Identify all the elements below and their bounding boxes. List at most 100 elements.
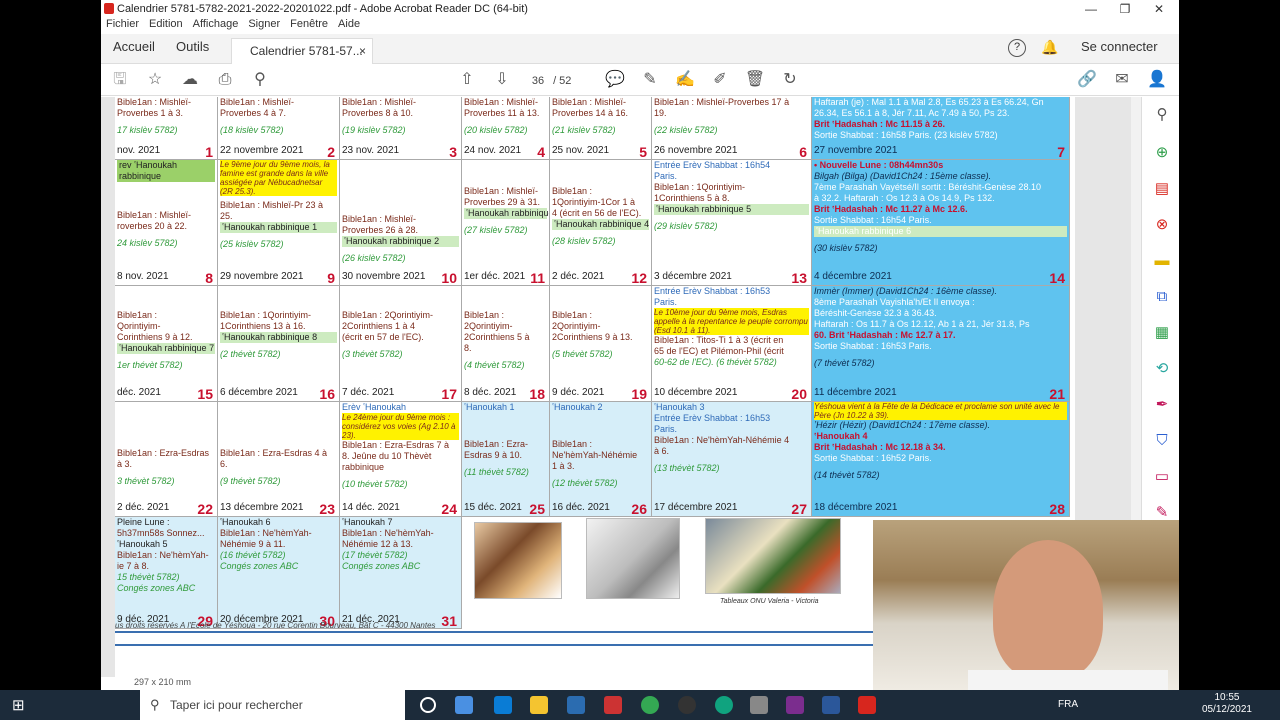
calendar-day-cell: ʽHanoukah 6 Bible1an : Ne'hèmYah- Néhémie …: [218, 517, 340, 629]
hebrew-date: (18 kislèv 5782): [220, 125, 284, 135]
bell-icon[interactable]: 🔔: [1041, 39, 1058, 56]
star-icon[interactable]: ☆: [144, 70, 166, 90]
hebrew-date: (27 kislèv 5782): [464, 225, 528, 235]
hanoukah-label: ʽHanoukah rabbinique 8: [220, 332, 337, 343]
windows-start-icon[interactable]: ⊞: [12, 696, 25, 714]
day-text-line: Proverbes 14 à 16.: [552, 108, 629, 118]
day-text-line: Proverbes 29 à 31.: [464, 197, 541, 207]
day-text-line: 7ème Parashah Vayétsé/Il sortit : Bérésh…: [814, 182, 1041, 192]
close-window-button[interactable]: ✕: [1137, 0, 1179, 18]
app-grey-icon[interactable]: [750, 696, 768, 714]
tab-document[interactable]: Calendrier 5781-57... ×: [231, 38, 373, 64]
calendar-day-cell: ʽHanoukah 7 Bible1an : Ne'hèmYah- Néhémie …: [340, 517, 462, 629]
comment-panel-icon[interactable]: ▬: [1152, 251, 1172, 271]
gregorian-date: 11 décembre 2021: [814, 387, 897, 398]
menu-affichage[interactable]: Affichage: [193, 18, 239, 34]
day-text-line: 19.: [654, 108, 667, 118]
day-text-line: Congés zones ABC: [117, 583, 196, 593]
day-text-line: Congés zones ABC: [342, 561, 421, 571]
calendar-day-cell: Bible1an : Ezra-Esdras 4 à 6. (9 thévèt 57…: [218, 402, 340, 517]
page-number-input[interactable]: [526, 73, 550, 89]
print-icon[interactable]: ⎙: [214, 70, 236, 90]
gregorian-date: 16 déc. 2021: [552, 502, 610, 513]
mail-icon[interactable]: ✉: [1111, 70, 1133, 90]
day-number: 31: [441, 613, 457, 629]
more-tools-icon[interactable]: ▭: [1152, 467, 1172, 487]
upload-cloud-icon[interactable]: ☁: [179, 70, 201, 90]
menu-aide[interactable]: Aide: [338, 18, 360, 34]
obs-icon[interactable]: [678, 696, 696, 714]
combine-files-icon[interactable]: ⧉: [1152, 287, 1172, 307]
hebrew-date: 3 thévèt 5782): [117, 476, 175, 486]
tab-outils[interactable]: Outils: [176, 39, 209, 54]
taskbar-search[interactable]: ⚲ Taper ici pour rechercher: [140, 690, 405, 720]
day-text-line: Bible1an : Mishleï-: [552, 97, 627, 107]
sign-in-button[interactable]: Se connecter: [1081, 39, 1158, 54]
sign-icon[interactable]: ✍: [674, 70, 696, 90]
calendar-day-cell: Haftarah (je) : Mal 1.1 à Mal 2.8, Es 65…: [812, 97, 1070, 160]
share-user-icon[interactable]: 👤: [1146, 70, 1168, 90]
historical-note: Le 24ème jour du 9ème mois : considérez …: [342, 413, 459, 440]
edge-icon[interactable]: [455, 696, 473, 714]
page-indicator: / 52: [526, 73, 571, 89]
paint-icon[interactable]: [604, 696, 622, 714]
acrobat-app-icon: [104, 3, 114, 14]
organize-pages-icon[interactable]: ▤: [1152, 179, 1172, 199]
app-green-icon[interactable]: [715, 696, 733, 714]
shabbat-entry-line: Entrée Erèv Shabbat : 16h53: [654, 286, 771, 296]
system-clock[interactable]: 10:55 05/12/2021: [1202, 692, 1252, 716]
pen-icon[interactable]: ✎: [639, 70, 661, 90]
calendar-day-cell: Bible1an : Mishleï- Proverbes 4 à 7. (18 k…: [218, 97, 340, 160]
day-number: 26: [631, 501, 647, 517]
zoom-search-icon[interactable]: ⚲: [249, 70, 271, 90]
day-number: 15: [197, 386, 213, 402]
page-down-icon[interactable]: ⇩: [491, 70, 513, 90]
menu-fenetre[interactable]: Fenêtre: [290, 18, 328, 34]
day-text-line: Ne'hèmYah-Néhémie: [552, 450, 638, 460]
trash-icon[interactable]: 🗑: [744, 70, 766, 90]
tab-close-icon[interactable]: ×: [359, 44, 366, 58]
day-text-line: 1Qorintiyim-1Cor 1 à: [552, 197, 636, 207]
language-indicator[interactable]: FRA: [1058, 699, 1078, 710]
day-text-line: Immèr (Immer) (David1Ch24 : 16ème classe…: [814, 286, 998, 296]
calendar-day-cell: • Nouvelle Lune : 08h44mn30s Bilgah (Bilg…: [812, 160, 1070, 286]
menu-edition[interactable]: Edition: [149, 18, 183, 34]
copyright-footer: us droits réservés A l'Ecole de Yéshoua …: [115, 621, 436, 630]
help-icon[interactable]: ?: [1008, 39, 1026, 57]
tab-accueil[interactable]: Accueil: [113, 39, 155, 54]
protect-icon[interactable]: ⛉: [1152, 431, 1172, 451]
calendar-day-cell: Entrée Erèv Shabbat : 16h53 Paris. Le 10èm…: [652, 286, 812, 402]
calendar-day-cell: Bible1an :1Qorintiyim-1Cor 1 à4 (écrit e…: [550, 160, 652, 286]
create-pdf-icon[interactable]: ⊕: [1152, 143, 1172, 163]
acrobat-taskbar-icon[interactable]: [858, 696, 876, 714]
comment-icon[interactable]: 💬: [604, 70, 626, 90]
page-up-icon[interactable]: ⇧: [456, 70, 478, 90]
calendar-day-cell: Bible1an : 1Qorintiyim- 1Corinthiens 13 à…: [218, 286, 340, 402]
task-view-icon[interactable]: [420, 697, 436, 713]
fill-sign-icon[interactable]: ✒: [1152, 395, 1172, 415]
day-number: 18: [529, 386, 545, 402]
gregorian-date: 8 déc. 2021: [464, 387, 517, 398]
scan-icon[interactable]: ⟲: [1152, 359, 1172, 379]
edge-new-icon[interactable]: [494, 696, 512, 714]
compress-icon[interactable]: ▦: [1152, 323, 1172, 343]
app-purple-icon[interactable]: [786, 696, 804, 714]
word-icon[interactable]: [822, 696, 840, 714]
day-text-line: rabbinique: [342, 462, 385, 472]
day-text-line: Bible1an : Ne'hèmYah-: [117, 550, 209, 560]
rotate-icon[interactable]: ↻: [779, 70, 801, 90]
export-pdf-icon[interactable]: ⊗: [1152, 215, 1172, 235]
zoom-icon[interactable]: ⚲: [1152, 105, 1172, 125]
file-explorer-icon[interactable]: [530, 696, 548, 714]
save-icon[interactable]: 🖫: [109, 70, 131, 90]
day-text-line: Sortie Shabbat : 16h52 Paris.: [814, 453, 932, 463]
menu-signer[interactable]: Signer: [248, 18, 280, 34]
chrome-icon[interactable]: [641, 696, 659, 714]
link-icon[interactable]: 🔗: [1076, 70, 1098, 90]
gregorian-date: 3 décembre 2021: [654, 271, 732, 282]
calendar-day-cell: rev ʽHanoukah rabbinique Bible1an : Mishle…: [115, 160, 218, 286]
hebrew-date: (13 thévèt 5782): [654, 463, 720, 473]
edit-tag-icon[interactable]: ✐: [709, 70, 731, 90]
mail-app-icon[interactable]: [567, 696, 585, 714]
menu-fichier[interactable]: Fichier: [106, 18, 139, 34]
